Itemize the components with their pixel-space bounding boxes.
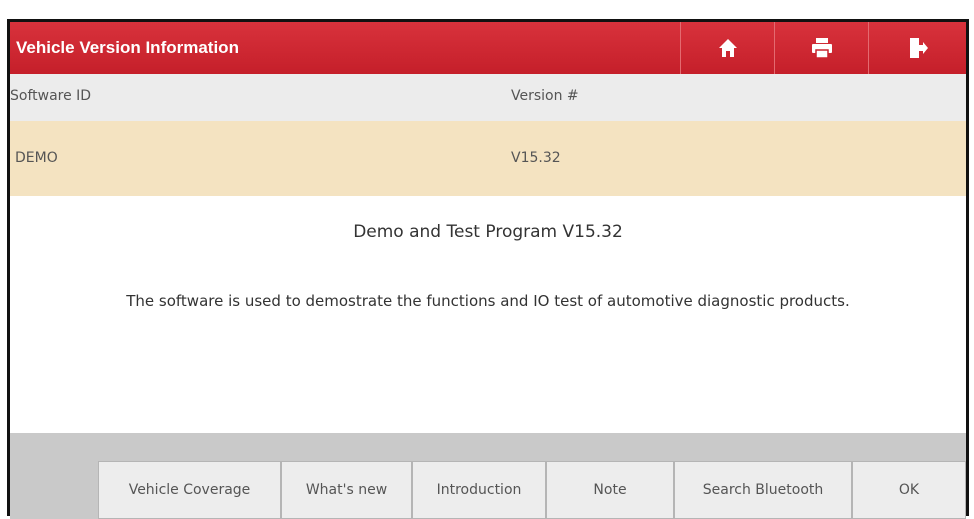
title-bar: Vehicle Version Information [10,22,966,74]
whats-new-button[interactable]: What's new [281,461,412,519]
version-cell: V15.32 [511,150,561,166]
introduction-button[interactable]: Introduction [412,461,546,519]
software-id-cell: DEMO [15,150,58,166]
table-header: Software ID Version # [10,74,966,121]
column-header-software-id: Software ID [10,88,92,104]
page-title: Vehicle Version Information [16,38,239,57]
app-window: Vehicle Version Information Software ID … [7,19,969,519]
note-button[interactable]: Note [546,461,674,519]
column-header-version: Version # [511,88,579,104]
print-icon [811,38,832,58]
program-title: Demo and Test Program V15.32 [353,222,623,242]
home-icon [718,39,737,57]
ok-button[interactable]: OK [852,461,966,519]
vehicle-coverage-button[interactable]: Vehicle Coverage [98,461,281,519]
bottom-toolbar: Vehicle Coverage What's new Introduction… [10,433,966,519]
program-description: The software is used to demostrate the f… [126,292,850,310]
table-row[interactable]: DEMO V15.32 [10,121,966,196]
search-bluetooth-button[interactable]: Search Bluetooth [674,461,852,519]
print-button[interactable] [774,22,868,74]
exit-button[interactable] [868,22,966,74]
home-button[interactable] [680,22,774,74]
exit-icon [909,38,928,58]
